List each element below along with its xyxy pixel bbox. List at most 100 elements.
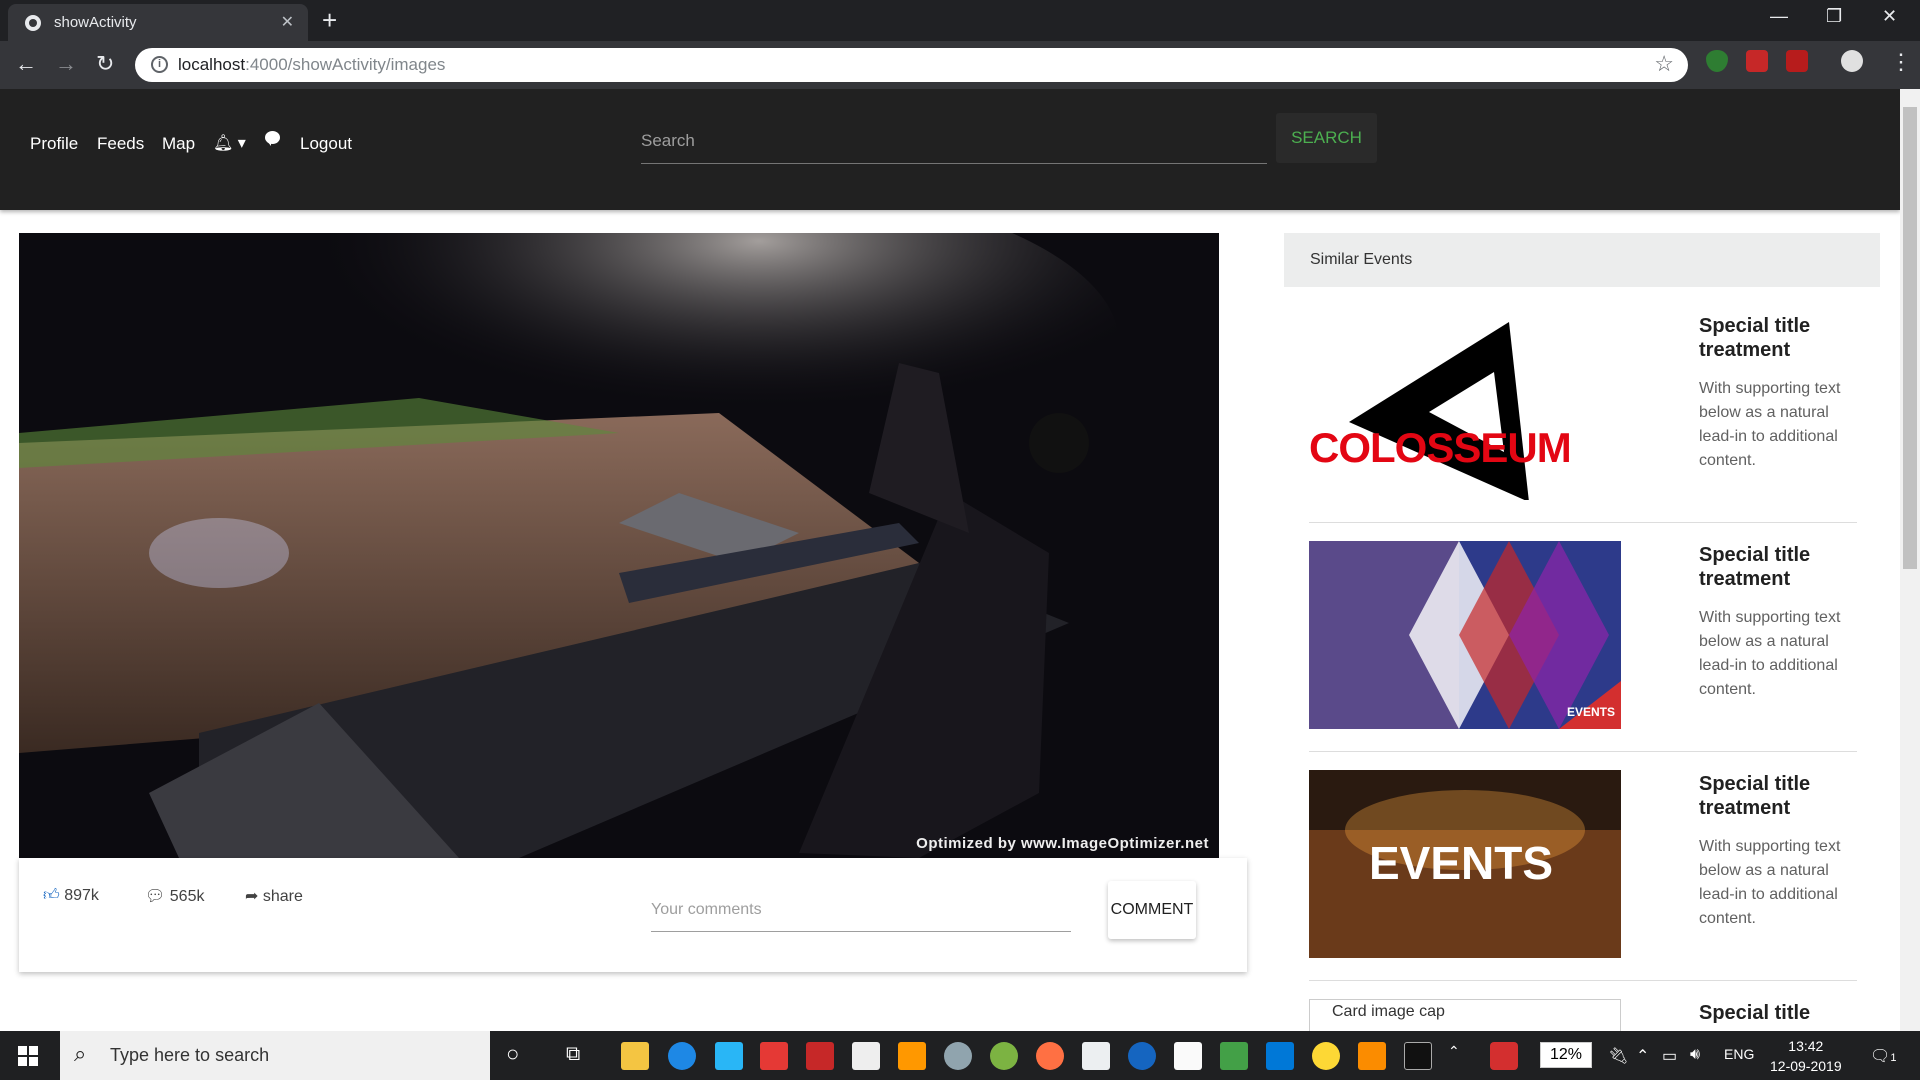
- comments-icon: 💬︎: [145, 888, 166, 905]
- thumbs-up-icon: 👍︎: [43, 887, 60, 904]
- close-window-icon[interactable]: ✕: [1882, 6, 1897, 27]
- restore-icon[interactable]: ❐: [1826, 6, 1842, 27]
- card-image: Card image cap: [1309, 999, 1621, 1031]
- card-text: With supporting text below as a natural …: [1699, 838, 1841, 927]
- url-text: localhost:4000/showActivity/images: [178, 55, 446, 74]
- app-l-icon[interactable]: [715, 1042, 743, 1070]
- menu-kebab-icon[interactable]: ⋮: [1890, 49, 1912, 75]
- battery-indicator[interactable]: 12%: [1540, 1042, 1592, 1068]
- app-navbar: Profile Feeds Map 🔔︎ ▾ Logout Search SEA…: [0, 89, 1900, 210]
- back-icon[interactable]: ←: [15, 51, 37, 77]
- clock-date: 12-09-2019: [1770, 1058, 1842, 1074]
- app-icon[interactable]: [944, 1042, 972, 1070]
- like-button[interactable]: 👍︎ 897k: [43, 886, 99, 905]
- task-view-icon[interactable]: ⧉: [566, 1043, 580, 1066]
- card-image-text: EVENTS: [1369, 837, 1554, 889]
- activity-image: Optimized by www.ImageOptimizer.net: [19, 233, 1219, 858]
- card-text: With supporting text below as a natural …: [1699, 380, 1841, 469]
- shield-extension-icon[interactable]: [1706, 50, 1728, 72]
- card-divider: [1309, 751, 1857, 752]
- card-image: EVENTS: [1309, 541, 1621, 729]
- system-clock[interactable]: 13:42 12-09-2019: [1770, 1036, 1842, 1076]
- app-white-icon[interactable]: [1174, 1042, 1202, 1070]
- windows-taskbar: ⌕ Type here to search ○ ⧉ ⌃ 12% 🔌︎ ⌃ ▭ 🔊…: [0, 1031, 1920, 1080]
- taskbar-search-box[interactable]: ⌕ Type here to search: [60, 1031, 490, 1080]
- taskbar-search-placeholder: Type here to search: [110, 1045, 270, 1065]
- pdf-extension-icon[interactable]: [1786, 50, 1808, 72]
- card-image-text: COLOSSEUM: [1309, 424, 1572, 471]
- profile-avatar-icon[interactable]: [1841, 50, 1863, 72]
- card-title: Special title treatment: [1699, 315, 1811, 361]
- reload-icon[interactable]: ↻: [96, 51, 114, 77]
- card-text: With supporting text below as a natural …: [1699, 609, 1841, 698]
- store-icon[interactable]: [1082, 1042, 1110, 1070]
- pocket-extension-icon[interactable]: [1746, 50, 1768, 72]
- cortana-icon[interactable]: ○: [506, 1041, 519, 1067]
- vscode-icon[interactable]: [1266, 1042, 1294, 1070]
- info-icon[interactable]: i: [151, 56, 168, 73]
- new-tab-icon[interactable]: +: [322, 6, 337, 34]
- app-red-icon[interactable]: [760, 1042, 788, 1070]
- tab-title: showActivity: [54, 14, 137, 31]
- xampp-icon[interactable]: [1358, 1042, 1386, 1070]
- card-divider: [1309, 980, 1857, 981]
- card-image: EVENTS: [1309, 770, 1621, 958]
- browser-tab-bar: showActivity ✕ + — ❐ ✕: [0, 0, 1920, 41]
- chrome-icon[interactable]: [1312, 1042, 1340, 1070]
- card-image-alt: Card image cap: [1332, 1003, 1445, 1020]
- share-icon: ➦: [245, 888, 259, 905]
- clock-time: 13:42: [1788, 1038, 1824, 1054]
- browser-tab[interactable]: showActivity ✕: [8, 4, 308, 41]
- comments-count: 565k: [169, 888, 205, 905]
- nav-feeds-link[interactable]: Feeds: [97, 134, 144, 154]
- nav-map-link[interactable]: Map: [162, 134, 195, 154]
- maps-icon[interactable]: [1128, 1042, 1156, 1070]
- address-bar[interactable]: i localhost:4000/showActivity/images ☆: [135, 48, 1688, 82]
- search-icon: ⌕: [74, 1041, 87, 1066]
- mail-icon[interactable]: [852, 1042, 880, 1070]
- terminal-icon[interactable]: [1404, 1042, 1432, 1070]
- file-explorer-icon[interactable]: [621, 1042, 649, 1070]
- comment-input[interactable]: Your comments: [651, 888, 1071, 932]
- network-icon[interactable]: ▭: [1662, 1046, 1677, 1066]
- nav-profile-link[interactable]: Profile: [30, 134, 78, 154]
- edge-icon[interactable]: [668, 1042, 696, 1070]
- likes-count: 897k: [64, 887, 99, 904]
- globe-icon: [25, 15, 41, 31]
- concert-photo: [19, 233, 1219, 858]
- notifications-bell-icon[interactable]: 🔔︎ ▾: [213, 133, 246, 153]
- comment-button[interactable]: COMMENT: [1108, 881, 1196, 939]
- page-scrollbar[interactable]: [1900, 89, 1920, 1031]
- sublime-icon[interactable]: [898, 1042, 926, 1070]
- card-title: Special title treatment: [1699, 544, 1811, 590]
- mcafee-icon[interactable]: [806, 1042, 834, 1070]
- notifications-icon[interactable]: 🗨︎1: [1870, 1046, 1896, 1066]
- show-hidden-icons-icon[interactable]: ⌃: [1636, 1046, 1649, 1066]
- search-button[interactable]: SEARCH: [1276, 113, 1377, 163]
- bookmark-star-icon[interactable]: ☆: [1654, 51, 1674, 77]
- language-indicator[interactable]: ENG: [1724, 1046, 1754, 1062]
- share-label: share: [262, 888, 303, 905]
- power-plug-icon[interactable]: 🔌︎: [1608, 1046, 1628, 1066]
- card-image: COLOSSEUM: [1309, 312, 1621, 500]
- search-input[interactable]: Search: [641, 114, 1267, 164]
- nav-logout-link[interactable]: Logout: [300, 134, 352, 154]
- page-content: Profile Feeds Map 🔔︎ ▾ Logout Search SEA…: [0, 89, 1900, 1031]
- tray-app-icon[interactable]: [1490, 1042, 1518, 1070]
- share-button[interactable]: ➦ share: [245, 886, 303, 906]
- pycharm-icon[interactable]: [1220, 1042, 1248, 1070]
- windows-start-icon[interactable]: [18, 1046, 38, 1066]
- volume-icon[interactable]: 🔊︎: [1690, 1046, 1700, 1064]
- card-image-text: EVENTS: [1566, 705, 1615, 719]
- scrollbar-thumb[interactable]: [1903, 107, 1917, 569]
- close-tab-icon[interactable]: ✕: [281, 12, 294, 32]
- minimize-icon[interactable]: —: [1770, 6, 1788, 27]
- chat-icon[interactable]: [265, 131, 280, 146]
- android-studio-icon[interactable]: [990, 1042, 1018, 1070]
- app-orange-icon[interactable]: [1036, 1042, 1064, 1070]
- taskbar-overflow-icon[interactable]: ⌃: [1448, 1043, 1460, 1060]
- comments-count-button[interactable]: 💬︎ 565k: [145, 886, 204, 906]
- card-divider: [1309, 522, 1857, 523]
- forward-icon[interactable]: →: [55, 51, 77, 77]
- similar-events-header: Similar Events: [1284, 233, 1880, 287]
